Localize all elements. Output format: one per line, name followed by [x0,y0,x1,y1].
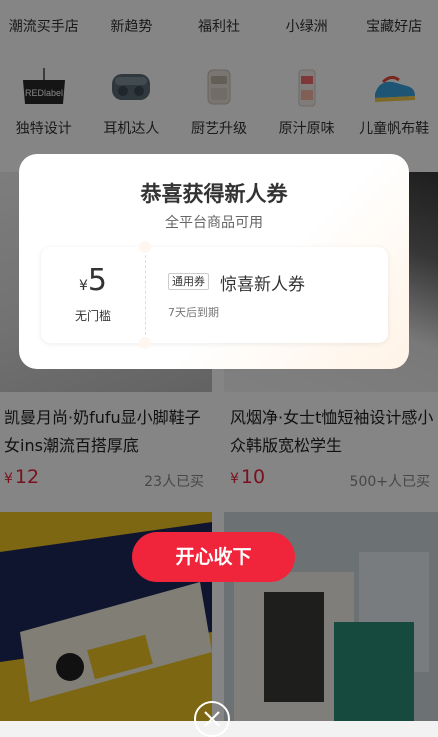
coupon-notch-top [139,241,151,253]
coupon-notch-bottom [139,337,151,349]
modal-title: 恭喜获得新人券 [140,182,288,206]
coupon-amount: ¥5 [41,263,145,298]
currency-symbol: ¥ [78,278,88,294]
close-modal-button[interactable] [194,701,230,737]
coupon-name: 惊喜新人券 [220,275,305,295]
coupon-threshold: 无门槛 [74,309,111,323]
coupon-amount-section: ¥5 无门槛 [41,247,145,343]
close-icon [204,711,220,727]
accept-coupon-button[interactable]: 开心收下 [132,532,295,582]
coupon-value: 5 [87,263,107,298]
coupon-divider [145,255,146,335]
modal-subtitle: 全平台商品可用 [165,215,263,231]
coupon-card: ¥5 无门槛 通用券 惊喜新人券 7天后到期 [41,241,388,349]
coupon-expiry: 7天后到期 [168,306,219,319]
coupon-type-badge: 通用券 [168,273,209,290]
new-user-coupon-modal: 恭喜获得新人券 全平台商品可用 ¥5 无门槛 通用券 惊喜新人券 7天后到期 [19,154,409,369]
